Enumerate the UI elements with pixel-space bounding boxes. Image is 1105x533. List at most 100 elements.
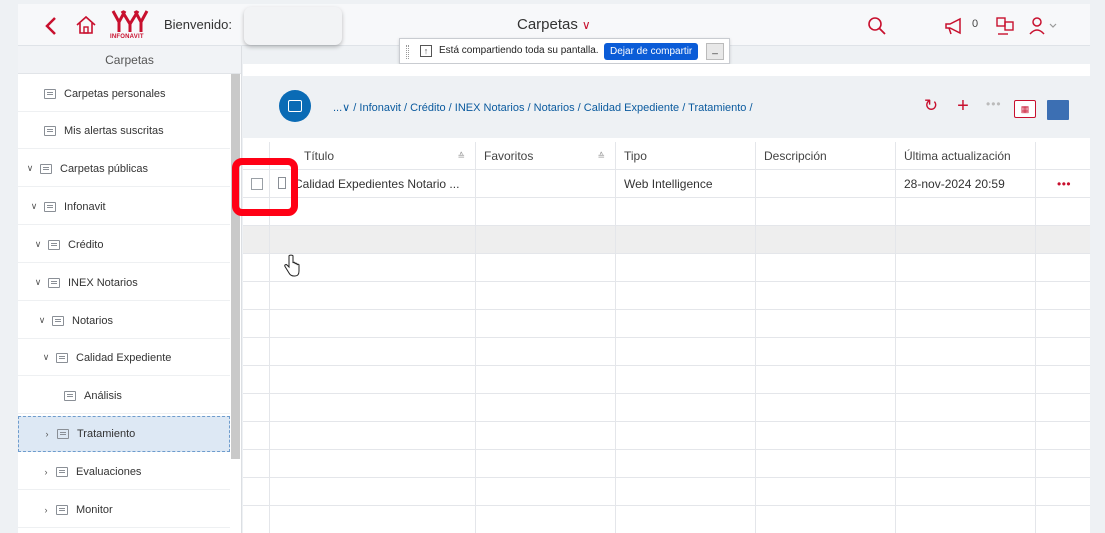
grid-view-icon[interactable]: ▦ <box>1014 100 1036 118</box>
folder-icon <box>44 201 56 212</box>
chevron-down-icon: ∨ <box>581 18 591 32</box>
table-header: Título ≙ Favoritos ≙ Tipo Descripción Últi… <box>243 142 1090 170</box>
empty-row <box>243 366 1090 394</box>
minimize-button[interactable]: _ <box>706 43 724 60</box>
updated-cell: 28-nov-2024 20:59 <box>896 170 1036 197</box>
user-name-box <box>244 7 342 45</box>
details-panel-icon[interactable] <box>1047 100 1069 120</box>
sidebar-item-label: INEX Notarios <box>68 276 138 289</box>
document-title[interactable]: Calidad Expedientes Notario ... <box>294 177 459 191</box>
column-header-favorites[interactable]: Favoritos ≙ <box>476 142 616 169</box>
chevron-down-icon[interactable]: ∨ <box>40 352 52 363</box>
column-header-title[interactable]: Título ≙ <box>270 142 476 169</box>
page-title: Carpetas <box>517 16 578 33</box>
folder-sidebar: Carpetas Carpetas personales Mis alertas… <box>18 46 242 533</box>
empty-row <box>243 394 1090 422</box>
folder-icon <box>48 277 60 288</box>
chevron-right-icon[interactable]: › <box>41 429 53 439</box>
user-menu-icon[interactable] <box>1027 14 1061 38</box>
empty-row <box>243 310 1090 338</box>
sidebar-item-analisis[interactable]: Análisis <box>18 378 230 414</box>
back-icon[interactable] <box>40 14 62 38</box>
sort-icon[interactable]: ≙ <box>597 142 605 169</box>
empty-row <box>243 226 1090 254</box>
folder-badge-icon <box>279 90 311 122</box>
sidebar-item-label: Notarios <box>72 314 113 327</box>
sidebar-item-label: Mis alertas suscritas <box>64 124 164 137</box>
empty-row <box>243 254 1090 282</box>
sidebar-item-label: Crédito <box>68 238 104 251</box>
chevron-right-icon[interactable]: › <box>40 467 52 477</box>
type-cell: Web Intelligence <box>616 170 756 197</box>
sidebar-item-mis-alertas[interactable]: Mis alertas suscritas <box>18 113 230 149</box>
home-icon[interactable] <box>74 13 98 37</box>
folder-icon <box>48 239 60 250</box>
megaphone-icon[interactable] <box>942 14 966 38</box>
sidebar-scrollbar[interactable] <box>231 74 240 459</box>
breadcrumb-path[interactable]: / Infonavit / Crédito / INEX Notarios / … <box>353 102 752 114</box>
drag-grip-icon[interactable] <box>406 45 409 59</box>
chevron-down-icon[interactable]: ∨ <box>24 163 36 174</box>
empty-row <box>243 338 1090 366</box>
folder-icon <box>56 352 68 363</box>
sort-icon[interactable]: ≙ <box>457 142 465 169</box>
column-header-description[interactable]: Descripción <box>756 142 896 169</box>
share-screen-icon: ↑ <box>420 45 432 57</box>
sidebar-item-label: Monitor <box>76 503 113 516</box>
sidebar-item-monitor[interactable]: › Monitor <box>18 492 230 528</box>
stop-sharing-button[interactable]: Dejar de compartir <box>604 43 699 60</box>
folder-icon <box>40 163 52 174</box>
screen-share-bar: ↑ Está compartiendo toda su pantalla. De… <box>399 38 730 64</box>
notification-count: 0 <box>972 18 979 30</box>
sidebar-item-inex-notarios[interactable]: ∨ INEX Notarios <box>18 265 230 301</box>
search-icon[interactable] <box>865 14 889 38</box>
page-title-dropdown[interactable]: Carpetas ∨ <box>517 16 591 33</box>
sidebar-item-label: Carpetas públicas <box>60 162 149 175</box>
sidebar-item-tratamiento[interactable]: › Tratamiento <box>18 416 230 452</box>
sidebar-item-carpetas-publicas[interactable]: ∨ Carpetas públicas <box>18 151 230 187</box>
hand-cursor-icon <box>284 254 300 277</box>
chevron-down-icon[interactable]: ∨ <box>28 201 40 212</box>
chevron-down-icon[interactable]: ∨ <box>32 239 44 250</box>
empty-row <box>243 422 1090 450</box>
sidebar-item-label: Evaluaciones <box>76 465 142 478</box>
title-cell[interactable]: Calidad Expedientes Notario ... <box>270 170 476 197</box>
sidebar-item-label: Infonavit <box>64 200 106 213</box>
sidebar-item-label: Análisis <box>84 389 122 402</box>
sidebar-item-evaluaciones[interactable]: › Evaluaciones <box>18 454 230 490</box>
breadcrumb[interactable]: ...∨ / Infonavit / Crédito / INEX Notari… <box>333 101 753 114</box>
folder-icon <box>56 466 68 477</box>
sidebar-item-credito[interactable]: ∨ Crédito <box>18 227 230 263</box>
header-actions-cell <box>1036 142 1090 169</box>
row-more-icon[interactable]: ••• <box>1057 170 1071 197</box>
sidebar-item-carpetas-personales[interactable]: Carpetas personales <box>18 76 230 112</box>
favorites-cell <box>476 170 616 197</box>
add-icon[interactable]: + <box>953 94 973 118</box>
chevron-down-icon[interactable]: ∨ <box>32 277 44 288</box>
chevron-right-icon[interactable]: › <box>40 505 52 515</box>
table-row[interactable]: Calidad Expedientes Notario ... Web Inte… <box>243 170 1090 198</box>
empty-row <box>243 450 1090 478</box>
chevron-down-icon[interactable]: ∨ <box>36 315 48 326</box>
breadcrumb-prefix[interactable]: ...∨ <box>333 102 350 114</box>
sidebar-item-label: Tratamiento <box>77 428 136 440</box>
column-header-updated[interactable]: Última actualización <box>896 142 1036 169</box>
empty-row <box>243 506 1090 533</box>
folder-icon <box>64 390 76 401</box>
refresh-icon[interactable]: ↻ <box>921 94 941 118</box>
welcome-text: Bienvenido: <box>164 17 232 32</box>
red-highlight-box <box>232 158 298 216</box>
main-content: ...∨ / Infonavit / Crédito / INEX Notari… <box>243 64 1090 533</box>
sidebar-item-calidad-expediente[interactable]: ∨ Calidad Expediente <box>18 340 230 376</box>
folder-icon <box>44 88 56 99</box>
apps-icon[interactable] <box>993 14 1017 38</box>
sidebar-item-notarios[interactable]: ∨ Notarios <box>18 303 230 339</box>
sidebar-item-label: Carpetas personales <box>64 87 166 100</box>
more-actions-icon[interactable]: ••• <box>986 97 1002 111</box>
folder-icon <box>57 429 69 439</box>
sidebar-item-label: Calidad Expediente <box>76 351 172 364</box>
sidebar-item-infonavit[interactable]: ∨ Infonavit <box>18 189 230 225</box>
folder-icon <box>56 504 68 515</box>
column-header-type[interactable]: Tipo <box>616 142 756 169</box>
breadcrumb-bar: ...∨ / Infonavit / Crédito / INEX Notari… <box>243 76 1090 138</box>
